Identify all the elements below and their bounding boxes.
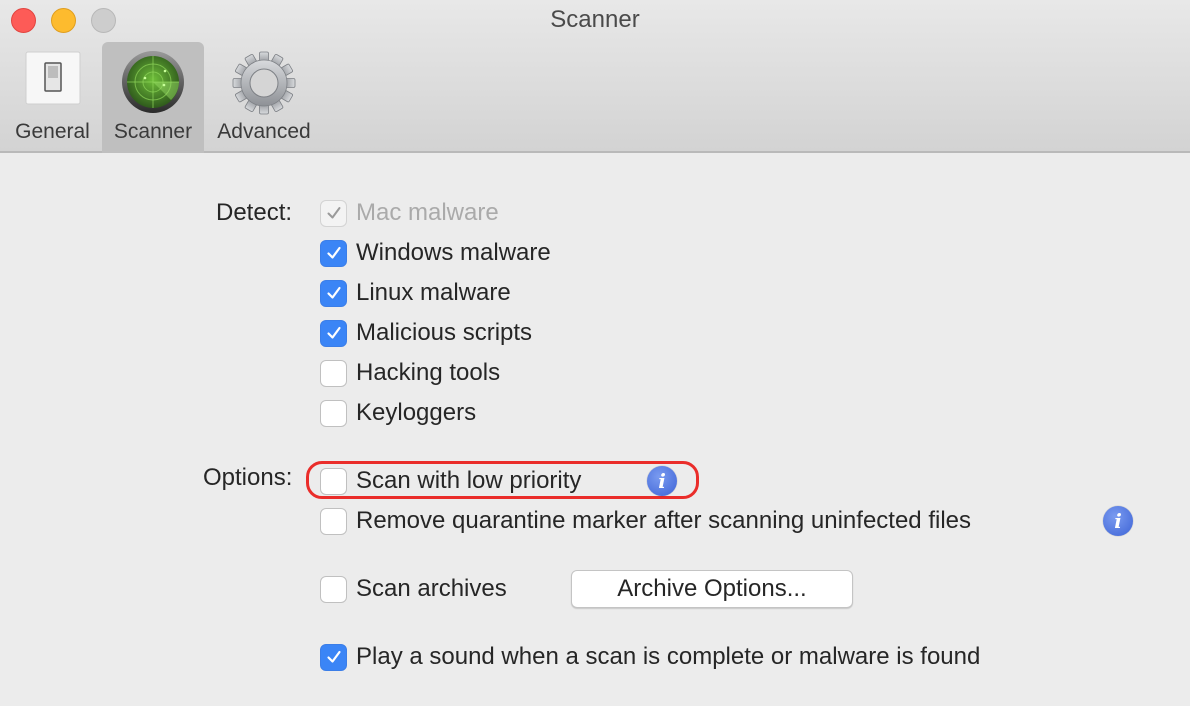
- scan-low-priority-checkbox[interactable]: [320, 467, 347, 495]
- checkmark-icon: [326, 326, 341, 339]
- tab-general-label: General: [15, 120, 90, 143]
- option-play-sound[interactable]: Play a sound when a scan is complete or …: [320, 642, 980, 672]
- scan-low-priority-label[interactable]: Scan with low priority: [356, 467, 581, 495]
- play-sound-label[interactable]: Play a sound when a scan is complete or …: [356, 643, 980, 671]
- radar-icon: [121, 50, 185, 119]
- scan-archives-checkbox[interactable]: [320, 575, 347, 603]
- gear-icon: [231, 50, 297, 121]
- remove-quarantine-label[interactable]: Remove quarantine marker after scanning …: [356, 507, 971, 535]
- mac-malware-checkbox: [320, 199, 347, 227]
- remove-quarantine-checkbox[interactable]: [320, 507, 347, 535]
- hacking-tools-checkbox[interactable]: [320, 359, 347, 387]
- checkmark-icon: [326, 246, 341, 259]
- archive-options-button[interactable]: Archive Options...: [571, 570, 853, 608]
- detect-hacking-tools[interactable]: Hacking tools: [320, 358, 500, 388]
- scan-archives-label[interactable]: Scan archives: [356, 575, 507, 603]
- play-sound-checkbox[interactable]: [320, 643, 347, 671]
- switch-icon: [25, 50, 81, 111]
- windows-malware-checkbox[interactable]: [320, 239, 347, 267]
- tab-general[interactable]: General: [3, 42, 102, 153]
- checkmark-icon: [326, 650, 341, 663]
- linux-malware-label[interactable]: Linux malware: [356, 279, 511, 307]
- mac-malware-label: Mac malware: [356, 199, 499, 226]
- detect-malicious-scripts[interactable]: Malicious scripts: [320, 318, 532, 348]
- malicious-scripts-label[interactable]: Malicious scripts: [356, 319, 532, 347]
- tab-advanced[interactable]: Advanced: [206, 42, 322, 153]
- option-remove-quarantine[interactable]: Remove quarantine marker after scanning …: [320, 506, 971, 536]
- info-icon[interactable]: i: [647, 466, 677, 496]
- checkmark-icon: [326, 286, 341, 299]
- window-title: Scanner: [550, 6, 640, 33]
- detect-windows-malware[interactable]: Windows malware: [320, 238, 551, 268]
- window-toolbar: Scanner General Scanner Advanced: [0, 0, 1190, 153]
- tab-advanced-label: Advanced: [217, 120, 311, 143]
- option-scan-archives[interactable]: Scan archives: [320, 574, 507, 604]
- option-scan-low-priority[interactable]: Scan with low priority: [320, 466, 581, 496]
- windows-malware-label[interactable]: Windows malware: [356, 239, 551, 267]
- detect-mac-malware: Mac malware: [320, 198, 499, 228]
- hacking-tools-label[interactable]: Hacking tools: [356, 359, 500, 387]
- checkmark-icon: [327, 207, 340, 219]
- keyloggers-checkbox[interactable]: [320, 399, 347, 427]
- keyloggers-label[interactable]: Keyloggers: [356, 399, 476, 427]
- malicious-scripts-checkbox[interactable]: [320, 319, 347, 347]
- detect-label: Detect:: [216, 199, 293, 226]
- info-icon[interactable]: i: [1103, 506, 1133, 536]
- tab-scanner-label: Scanner: [113, 120, 193, 143]
- detect-keyloggers[interactable]: Keyloggers: [320, 398, 476, 428]
- tab-scanner[interactable]: Scanner: [102, 42, 204, 153]
- linux-malware-checkbox[interactable]: [320, 279, 347, 307]
- detect-linux-malware[interactable]: Linux malware: [320, 278, 511, 308]
- options-label: Options:: [203, 464, 293, 491]
